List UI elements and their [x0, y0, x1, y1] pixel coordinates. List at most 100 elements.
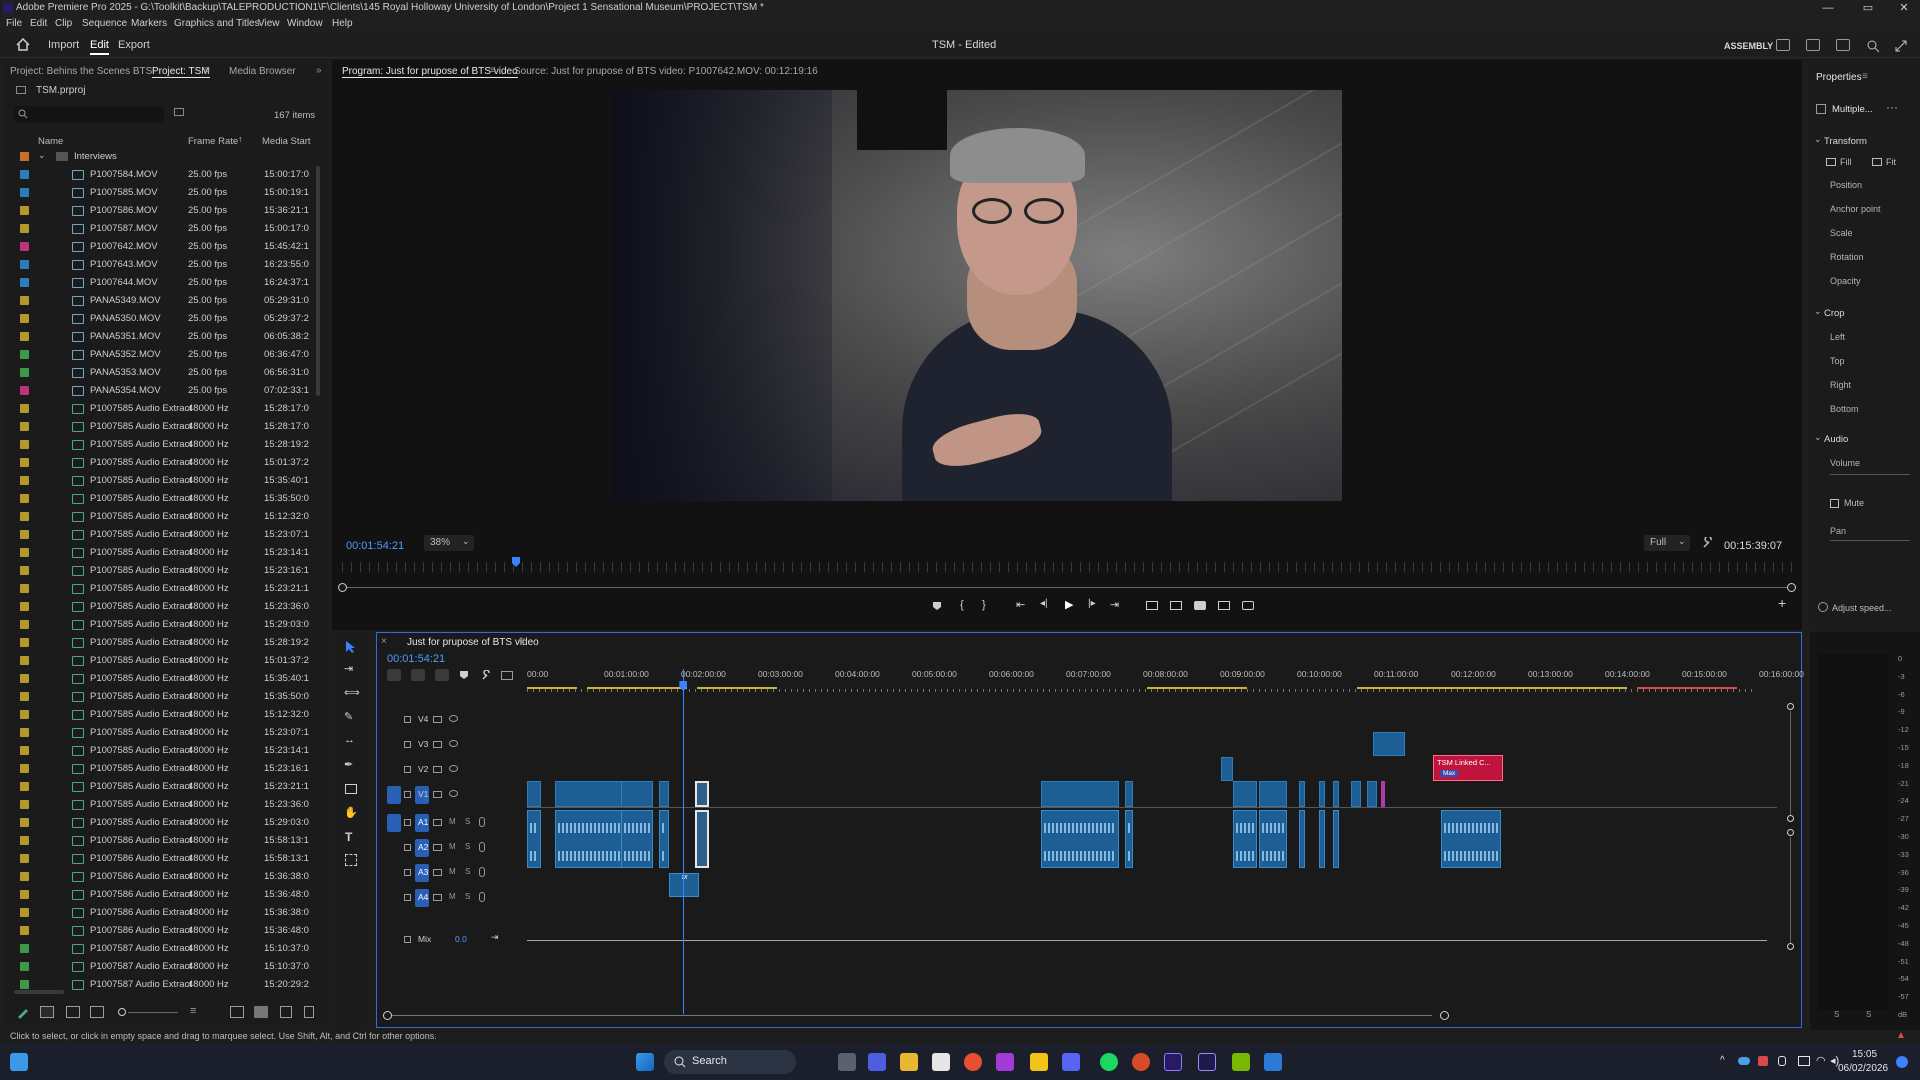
timeline-settings-icon[interactable] [481, 670, 491, 680]
list-item[interactable]: P1007585 Audio Extract 48000 Hz 15:28:17:0 [4, 400, 314, 418]
v-scroll-handle[interactable] [1787, 815, 1794, 822]
nvidia-icon[interactable] [1232, 1053, 1250, 1071]
graphic-clip[interactable]: TSM Linked C... Max [1433, 755, 1503, 781]
list-item[interactable]: P1007642.MOV 25.00 fps 15:45:42:1 [4, 238, 314, 256]
ripple-edit-tool-icon[interactable]: ⟺ [344, 686, 360, 699]
list-item[interactable]: PANA5351.MOV 25.00 fps 06:05:38:2 [4, 328, 314, 346]
snap-icon[interactable] [411, 669, 425, 681]
label-color[interactable] [20, 674, 29, 683]
a-scroll-track[interactable] [1790, 837, 1791, 943]
adjustment-clip[interactable] [1381, 781, 1385, 807]
eye-icon[interactable] [449, 740, 458, 747]
clock-date[interactable]: 06/02/2026 [1838, 1063, 1888, 1074]
list-item[interactable]: P1007585 Audio Extract 48000 Hz 15:23:07:1 [4, 526, 314, 544]
tab-project-tsm[interactable]: Project: TSM [152, 66, 210, 78]
label-color[interactable] [20, 872, 29, 881]
lock-icon[interactable] [404, 766, 411, 773]
go-to-in-icon[interactable]: ⇤ [1016, 598, 1025, 611]
label-color[interactable] [20, 476, 29, 485]
label-color[interactable] [20, 620, 29, 629]
sticky-notes-icon[interactable] [1030, 1053, 1048, 1071]
mute-button[interactable]: M [449, 842, 456, 851]
list-item[interactable]: P1007585 Audio Extract 48000 Hz 15:23:16:1 [4, 760, 314, 778]
audio-clip[interactable] [1319, 810, 1325, 868]
label-color[interactable] [20, 728, 29, 737]
label-color[interactable] [20, 800, 29, 809]
list-item[interactable]: P1007585 Audio Extract 48000 Hz 15:12:32:0 [4, 706, 314, 724]
more-tabs-icon[interactable]: » [316, 65, 322, 76]
onedrive-icon[interactable] [1738, 1057, 1750, 1065]
track-header-a4[interactable]: A4 M S [377, 887, 527, 911]
type-tool-icon[interactable]: T [345, 830, 352, 844]
panel-menu-icon[interactable]: ≡ [490, 65, 496, 76]
spotify-icon[interactable] [1100, 1053, 1118, 1071]
list-item[interactable]: P1007586 Audio Extract 48000 Hz 15:36:48:0 [4, 922, 314, 940]
v-scroll-track[interactable] [1790, 711, 1791, 815]
selection-tool-icon[interactable] [344, 640, 358, 654]
menu-help[interactable]: Help [332, 18, 353, 29]
list-item[interactable]: P1007586 Audio Extract 48000 Hz 15:36:38:0 [4, 904, 314, 922]
label-color[interactable] [20, 566, 29, 575]
label-color[interactable] [20, 404, 29, 413]
label-color[interactable] [20, 944, 29, 953]
add-button-icon[interactable]: + [1778, 595, 1786, 611]
wifi-icon[interactable]: ◠ [1816, 1054, 1826, 1067]
list-item[interactable]: PANA5353.MOV 25.00 fps 06:56:31:0 [4, 364, 314, 382]
voiceover-mic-icon[interactable] [479, 867, 485, 877]
a-scroll-handle[interactable] [1787, 943, 1794, 950]
clock-time[interactable]: 15:05 [1852, 1049, 1877, 1060]
step-forward-icon[interactable]: |▸ [1088, 598, 1096, 609]
lock-icon[interactable] [404, 716, 411, 723]
eye-icon[interactable] [449, 790, 458, 797]
comparison-view-icon[interactable] [1218, 601, 1230, 610]
resolution-select[interactable]: Full ⌄ [1644, 535, 1690, 551]
list-item[interactable]: P1007585 Audio Extract 48000 Hz 15:35:40:1 [4, 670, 314, 688]
label-color[interactable] [20, 224, 29, 233]
windows-start-icon[interactable] [10, 1053, 28, 1071]
list-item[interactable]: P1007587.MOV 25.00 fps 15:00:17:0 [4, 220, 314, 238]
audio-clip[interactable] [1041, 810, 1119, 868]
display-icon[interactable] [1798, 1056, 1810, 1066]
lock-icon[interactable] [404, 819, 411, 826]
audio-clip[interactable] [1259, 810, 1287, 868]
close-button[interactable]: ✕ [1884, 0, 1920, 16]
list-item[interactable]: P1007585 Audio Extract 48000 Hz 15:23:14:1 [4, 544, 314, 562]
warning-icon[interactable]: ▲ [1896, 1030, 1906, 1041]
lock-icon[interactable] [404, 869, 411, 876]
sync-lock-icon[interactable] [433, 894, 442, 901]
new-bin-button[interactable] [254, 1006, 268, 1018]
column-frame-rate[interactable]: Frame Rate [188, 136, 238, 147]
workspaces-icon[interactable] [1776, 39, 1790, 51]
label-color[interactable] [20, 710, 29, 719]
label-color[interactable] [20, 332, 29, 341]
label-color[interactable] [20, 422, 29, 431]
label-color[interactable] [20, 656, 29, 665]
column-media-start[interactable]: Media Start [262, 136, 311, 147]
lock-icon[interactable] [404, 791, 411, 798]
captions-icon[interactable] [501, 671, 513, 680]
chevron-down-icon[interactable]: ⌄ [38, 150, 46, 161]
audio-clip[interactable] [621, 810, 653, 868]
teams-icon[interactable] [868, 1053, 886, 1071]
sync-lock-icon[interactable] [433, 791, 442, 798]
folder-row-interviews[interactable]: ⌄ Interviews [4, 148, 314, 166]
label-color[interactable] [20, 512, 29, 521]
label-color[interactable] [20, 764, 29, 773]
horizontal-scrollbar[interactable] [14, 990, 64, 994]
after-effects-icon[interactable] [1198, 1053, 1216, 1071]
meter-solo-left[interactable]: S [1834, 1010, 1839, 1019]
sync-lock-icon[interactable] [433, 741, 442, 748]
label-color[interactable] [20, 836, 29, 845]
video-clip[interactable] [1319, 781, 1325, 807]
video-clip-v3[interactable] [1373, 732, 1405, 756]
selected-audio-clip[interactable] [695, 810, 709, 868]
label-color[interactable] [20, 188, 29, 197]
jump-to-end-icon[interactable]: ⇥ [491, 932, 499, 943]
lock-icon[interactable] [404, 936, 411, 943]
windows-logo-icon[interactable] [636, 1053, 654, 1071]
zoom-slider-track[interactable] [128, 1012, 178, 1013]
tab-media-browser[interactable]: Media Browser [229, 66, 296, 77]
label-color[interactable] [20, 890, 29, 899]
fit-icon[interactable] [1872, 158, 1882, 166]
track-area[interactable]: V4 V3 V2 V1 A1 M S A2 M S A3 M S A4 M S Mix 0.0 ⇥ TSM Linke… [377, 697, 1803, 1007]
